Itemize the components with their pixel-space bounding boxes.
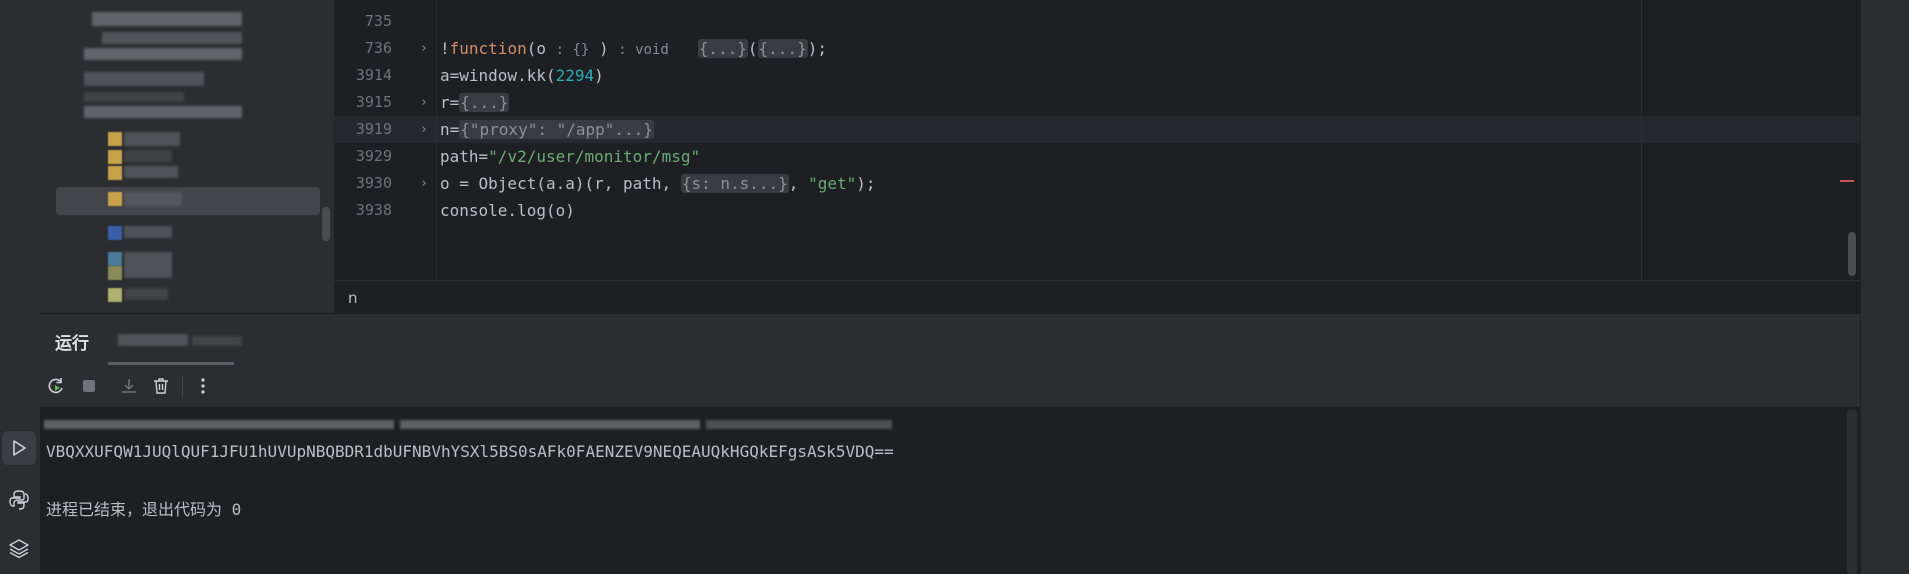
code-token: ! xyxy=(440,39,450,58)
run-console[interactable]: VBQXXUFQW1JUQlQUF1JFU1hUVUpNBQBDR1dbUFNB… xyxy=(40,408,1860,574)
breadcrumb-item[interactable]: n xyxy=(348,289,358,307)
rerun-icon[interactable] xyxy=(43,373,69,399)
line-number: 735 xyxy=(364,12,392,30)
run-toolbar xyxy=(40,365,1860,408)
file-type-icon xyxy=(108,192,122,206)
type-hint: : {} xyxy=(555,42,590,58)
tree-item-blurred[interactable] xyxy=(92,12,242,26)
code-token: , xyxy=(788,174,809,193)
console-line-blurred xyxy=(400,420,700,429)
python-console-icon[interactable] xyxy=(2,483,36,517)
tree-item-blurred[interactable] xyxy=(84,72,204,86)
toolbar-separator xyxy=(182,375,183,397)
right-tool-strip xyxy=(1860,0,1909,574)
file-type-icon xyxy=(108,266,122,280)
tree-item-blurred[interactable] xyxy=(84,106,242,118)
run-tool-window-header: 运行 xyxy=(40,313,1860,366)
right-margin-guide xyxy=(1641,0,1642,280)
tree-item-blurred[interactable] xyxy=(102,32,242,44)
run-icon[interactable] xyxy=(2,431,36,465)
tree-item-blurred[interactable] xyxy=(124,166,178,178)
code-line-3914[interactable]: a=window.kk(2294) xyxy=(440,62,604,89)
code-line-3915[interactable]: r={...} xyxy=(440,89,510,116)
scroll-to-end-icon[interactable] xyxy=(116,373,142,399)
code-token: ) xyxy=(594,66,604,85)
fold-chevron-icon[interactable]: › xyxy=(420,116,428,143)
tree-item-blurred[interactable] xyxy=(124,192,182,206)
collapsed-region[interactable]: {...} xyxy=(459,93,510,112)
line-number: 3938 xyxy=(355,201,392,219)
error-stripe-marker[interactable] xyxy=(1840,180,1854,182)
collapsed-region[interactable]: {"proxy": "/app"...} xyxy=(459,120,654,139)
code-token: ( xyxy=(747,39,758,58)
file-type-icon xyxy=(108,226,122,240)
code-token: ); xyxy=(807,39,827,58)
code-token: r= xyxy=(440,93,460,112)
file-type-icon xyxy=(108,132,122,146)
code-number: 2294 xyxy=(555,66,595,85)
code-string: "/v2/user/monitor/msg" xyxy=(488,147,701,166)
code-token: o = Object(a.a)(r, path, xyxy=(440,174,681,193)
code-line-3919[interactable]: n={"proxy": "/app"...} xyxy=(440,116,654,143)
gutter-separator xyxy=(436,0,437,280)
line-number: 3914 xyxy=(355,66,392,84)
tree-item-blurred[interactable] xyxy=(124,150,172,162)
editor-scrollbar[interactable] xyxy=(1848,232,1856,276)
tree-item-blurred[interactable] xyxy=(84,92,184,102)
console-output-line: VBQXXUFQW1JUQlQUF1JFU1hUVUpNBQBDR1dbUFNB… xyxy=(46,442,894,461)
tree-item-blurred[interactable] xyxy=(124,226,172,238)
run-config-tab-blurred[interactable] xyxy=(118,334,188,346)
breadcrumb: n xyxy=(334,280,1860,314)
console-scrollbar[interactable] xyxy=(1847,410,1857,574)
line-number: 736 xyxy=(364,39,392,57)
process-exit-message: 进程已结束，退出代码为 0 xyxy=(46,500,242,519)
activity-bar xyxy=(0,0,40,574)
collapsed-region[interactable]: {...} xyxy=(757,39,808,58)
tree-item-blurred[interactable] xyxy=(124,132,180,146)
project-tree[interactable] xyxy=(40,0,334,316)
run-window-title: 运行 xyxy=(55,334,89,354)
code-line-736[interactable]: !function(o : {} ) : void {...}({...}); xyxy=(440,35,827,64)
type-hint: : void xyxy=(618,42,669,58)
more-options-icon[interactable] xyxy=(190,373,216,399)
code-keyword: function xyxy=(449,39,527,58)
stop-icon[interactable] xyxy=(76,373,102,399)
code-editor[interactable]: 735 736 3914 3915 3919 3929 3930 3938 › … xyxy=(334,0,1860,280)
code-token: path= xyxy=(440,147,489,166)
tree-scrollbar[interactable] xyxy=(322,207,330,241)
collapsed-region[interactable]: {s: n.s...} xyxy=(680,174,789,193)
console-line-blurred xyxy=(706,420,892,429)
fold-chevron-icon[interactable]: › xyxy=(420,170,428,197)
code-token: ); xyxy=(856,174,876,193)
code-line-3929[interactable]: path="/v2/user/monitor/msg" xyxy=(440,143,700,170)
code-token: a=window.kk( xyxy=(440,66,556,85)
file-type-icon xyxy=(108,166,122,180)
clear-all-icon[interactable] xyxy=(148,373,174,399)
tree-item-blurred[interactable] xyxy=(84,48,242,60)
code-token: ) xyxy=(589,39,609,58)
line-number: 3929 xyxy=(355,147,392,165)
fold-chevron-icon[interactable]: › xyxy=(420,89,428,116)
code-token: n= xyxy=(440,120,460,139)
line-number: 3915 xyxy=(355,93,392,111)
console-line-blurred xyxy=(44,420,394,429)
file-type-icon xyxy=(108,150,122,164)
code-token: (o xyxy=(526,39,546,58)
collapsed-region[interactable]: {...} xyxy=(697,39,748,58)
line-number: 3919 xyxy=(355,120,392,138)
file-type-icon xyxy=(108,252,122,266)
layers-icon[interactable] xyxy=(2,531,36,565)
line-number: 3930 xyxy=(355,174,392,192)
code-string: "get" xyxy=(808,174,857,193)
code-line-3930[interactable]: o = Object(a.a)(r, path, {s: n.s...}, "g… xyxy=(440,170,876,197)
file-type-icon xyxy=(108,288,122,302)
tree-selected-item[interactable] xyxy=(56,187,320,215)
fold-chevron-icon[interactable]: › xyxy=(420,35,428,62)
tree-item-blurred[interactable] xyxy=(124,288,168,300)
code-line-3938[interactable]: console.log(o) xyxy=(440,197,575,224)
tree-item-blurred[interactable] xyxy=(124,252,172,278)
run-config-tab-blurred[interactable] xyxy=(192,336,242,346)
